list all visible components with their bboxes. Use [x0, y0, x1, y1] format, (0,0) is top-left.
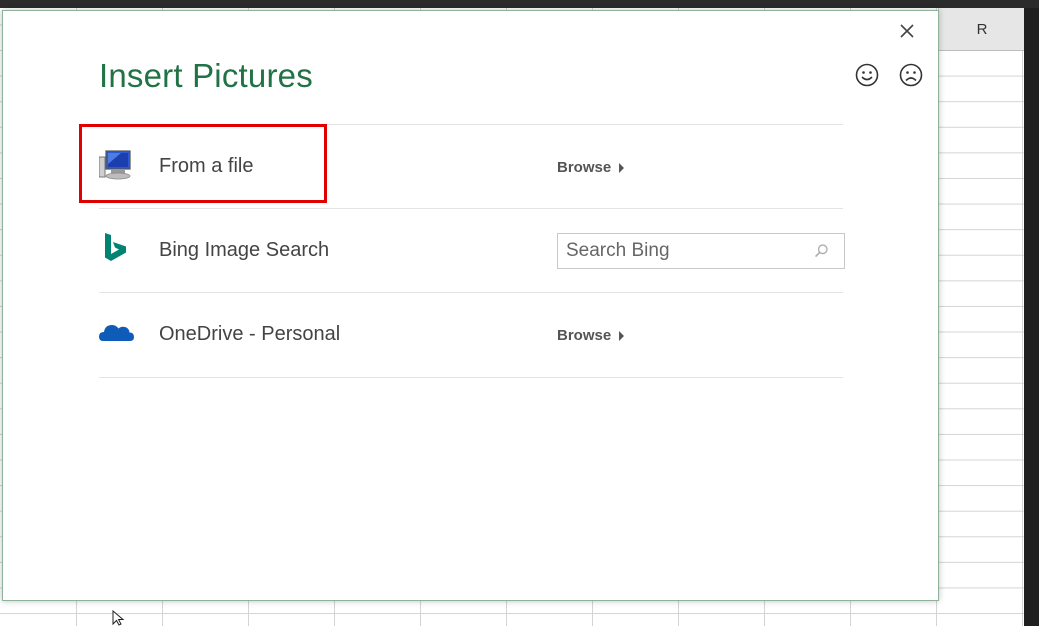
bing-icon	[105, 233, 126, 261]
from-file-browse-button[interactable]: Browse	[557, 159, 625, 176]
source-row-from-file[interactable]: From a file Browse	[99, 124, 843, 209]
onedrive-label[interactable]: OneDrive - Personal	[159, 323, 340, 346]
close-button[interactable]	[895, 19, 919, 43]
insert-pictures-dialog: Insert Pictures From a file Browse Bing …	[2, 10, 939, 601]
frown-icon[interactable]	[899, 63, 923, 87]
window-top-bar	[0, 0, 1039, 8]
dialog-title: Insert Pictures	[99, 57, 313, 94]
close-icon[interactable]	[899, 23, 915, 39]
from-file-label[interactable]: From a file	[159, 155, 253, 178]
search-icon[interactable]	[813, 241, 830, 261]
mouse-cursor-icon	[112, 610, 125, 626]
caret-right-icon	[619, 162, 625, 173]
window-right-edge	[1024, 8, 1039, 626]
caret-right-icon	[619, 330, 625, 341]
search-bing-input[interactable]	[564, 235, 813, 267]
onedrive-browse-button[interactable]: Browse	[557, 327, 625, 344]
column-header-r[interactable]: R	[938, 8, 1025, 51]
source-row-bing: Bing Image Search	[99, 208, 845, 293]
bing-image-search-label: Bing Image Search	[159, 239, 330, 261]
computer-icon	[99, 150, 131, 180]
onedrive-cloud-icon	[99, 325, 134, 341]
source-row-onedrive[interactable]: OneDrive - Personal Browse	[99, 292, 843, 378]
browse-label[interactable]: Browse	[557, 159, 611, 176]
bing-search-box[interactable]	[557, 233, 845, 269]
smile-icon[interactable]	[855, 63, 879, 87]
browse-label[interactable]: Browse	[557, 327, 611, 344]
